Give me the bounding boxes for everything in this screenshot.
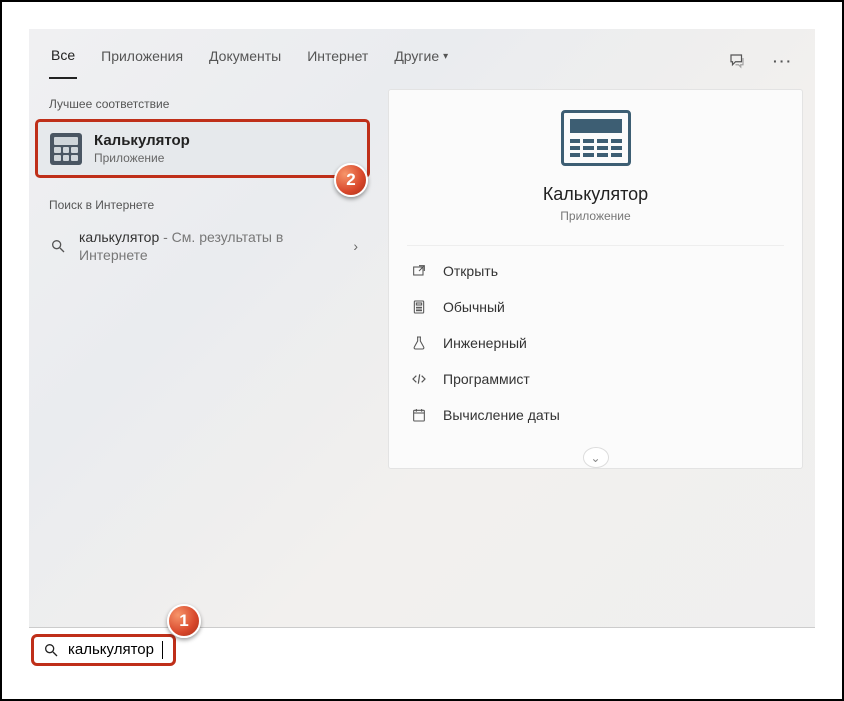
calculator-large-icon bbox=[561, 110, 631, 166]
results-column: Лучшее соответствие Калькулятор Приложен… bbox=[29, 79, 376, 671]
tab-more[interactable]: Другие ▾ bbox=[392, 44, 450, 78]
open-icon bbox=[409, 261, 429, 281]
search-icon bbox=[42, 641, 60, 659]
calendar-icon bbox=[409, 405, 429, 425]
section-web-search: Поиск в Интернете bbox=[29, 192, 376, 220]
text-caret bbox=[162, 641, 163, 659]
tab-more-label: Другие bbox=[394, 48, 439, 64]
start-search-panel: Все Приложения Документы Интернет Другие… bbox=[29, 29, 815, 671]
web-result-query: калькулятор bbox=[79, 229, 159, 245]
action-open[interactable]: Открыть bbox=[407, 253, 784, 289]
chevron-right-icon[interactable]: › bbox=[353, 238, 358, 254]
preview-card: Калькулятор Приложение Открыть Обы bbox=[388, 89, 803, 469]
search-icon bbox=[49, 237, 67, 255]
preview-actions: Открыть Обычный Инженерный bbox=[389, 245, 802, 441]
action-standard-label: Обычный bbox=[443, 299, 505, 315]
preview-column: Калькулятор Приложение Открыть Обы bbox=[376, 79, 815, 671]
section-best-match: Лучшее соответствие bbox=[29, 91, 376, 119]
action-scientific[interactable]: Инженерный bbox=[407, 325, 784, 361]
standard-calc-icon bbox=[409, 297, 429, 317]
action-programmer[interactable]: Программист bbox=[407, 361, 784, 397]
calculator-app-icon bbox=[50, 133, 82, 165]
preview-subtitle: Приложение bbox=[389, 209, 802, 223]
flask-icon bbox=[409, 333, 429, 353]
web-search-result[interactable]: калькулятор - См. результаты в Интернете… bbox=[29, 220, 376, 272]
search-input-text[interactable]: калькулятор bbox=[68, 641, 154, 658]
tab-web[interactable]: Интернет bbox=[305, 44, 370, 78]
search-input-highlight[interactable]: калькулятор bbox=[31, 634, 176, 666]
best-match-text: Калькулятор Приложение bbox=[94, 132, 190, 165]
tab-documents[interactable]: Документы bbox=[207, 44, 283, 78]
filter-tabs: Все Приложения Документы Интернет Другие… bbox=[29, 29, 815, 79]
action-datecalc[interactable]: Вычисление даты bbox=[407, 397, 784, 433]
action-open-label: Открыть bbox=[443, 263, 498, 279]
best-match-title: Калькулятор bbox=[94, 132, 190, 149]
tab-apps[interactable]: Приложения bbox=[99, 44, 185, 78]
action-datecalc-label: Вычисление даты bbox=[443, 407, 560, 423]
preview-title: Калькулятор bbox=[389, 184, 802, 205]
action-scientific-label: Инженерный bbox=[443, 335, 527, 351]
action-programmer-label: Программист bbox=[443, 371, 530, 387]
annotation-badge-2: 2 bbox=[334, 163, 368, 197]
tab-all[interactable]: Все bbox=[49, 43, 77, 79]
annotation-badge-1: 1 bbox=[167, 604, 201, 638]
web-result-text: калькулятор - См. результаты в Интернете bbox=[79, 228, 341, 264]
search-bar: калькулятор bbox=[29, 627, 815, 671]
expand-chevron-button[interactable]: ⌄ bbox=[583, 447, 609, 468]
action-standard[interactable]: Обычный bbox=[407, 289, 784, 325]
content-area: Лучшее соответствие Калькулятор Приложен… bbox=[29, 79, 815, 671]
ellipsis-icon[interactable]: ··· bbox=[771, 49, 795, 73]
chevron-down-icon: ▾ bbox=[443, 51, 448, 62]
best-match-subtitle: Приложение bbox=[94, 151, 190, 165]
best-match-result[interactable]: Калькулятор Приложение bbox=[35, 119, 370, 178]
feedback-icon[interactable] bbox=[725, 49, 749, 73]
code-icon bbox=[409, 369, 429, 389]
